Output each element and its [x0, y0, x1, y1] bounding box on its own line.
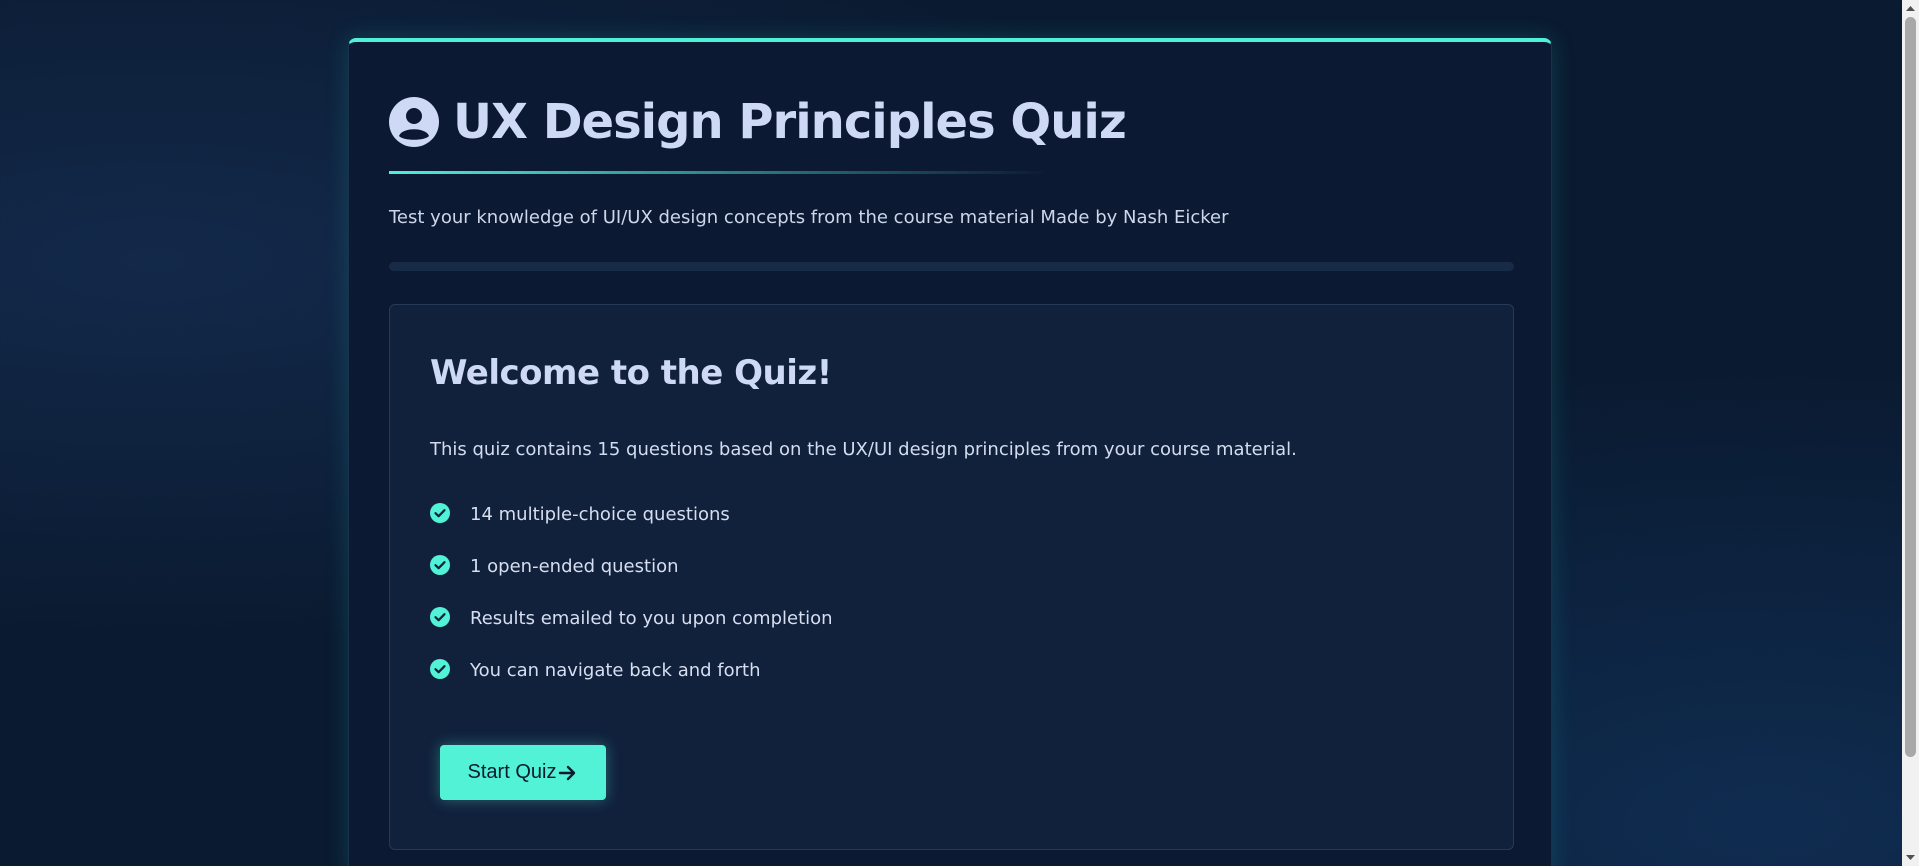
- scrollbar[interactable]: [1902, 0, 1919, 866]
- welcome-card: Welcome to the Quiz! This quiz contains …: [389, 304, 1514, 850]
- check-circle-icon: [430, 503, 450, 523]
- start-quiz-label: Start Quiz: [467, 761, 557, 783]
- quiz-header: UX Design Principles Quiz: [389, 92, 1127, 152]
- scroll-up-icon[interactable]: [1902, 0, 1919, 17]
- list-item: Results emailed to you upon completion: [430, 607, 833, 659]
- start-quiz-button[interactable]: Start Quiz: [440, 745, 606, 800]
- title-underline: [389, 171, 1049, 174]
- check-circle-icon: [430, 607, 450, 627]
- welcome-title: Welcome to the Quiz!: [430, 353, 832, 393]
- user-circle-icon: [389, 97, 439, 147]
- page-title: UX Design Principles Quiz: [453, 94, 1127, 150]
- check-circle-icon: [430, 555, 450, 575]
- check-circle-icon: [430, 659, 450, 679]
- page-subtitle: Test your knowledge of UI/UX design conc…: [389, 207, 1229, 228]
- list-item: 1 open-ended question: [430, 555, 833, 607]
- feature-text: Results emailed to you upon completion: [470, 608, 833, 629]
- feature-text: 14 multiple-choice questions: [470, 504, 730, 525]
- scroll-down-icon[interactable]: [1902, 849, 1919, 866]
- scroll-thumb[interactable]: [1905, 17, 1916, 757]
- welcome-description: This quiz contains 15 questions based on…: [430, 439, 1297, 460]
- list-item: 14 multiple-choice questions: [430, 503, 833, 555]
- arrow-right-icon: [559, 765, 576, 780]
- quiz-container: UX Design Principles Quiz Test your know…: [348, 38, 1552, 866]
- progress-bar: [389, 262, 1514, 271]
- list-item: You can navigate back and forth: [430, 659, 833, 711]
- feature-text: 1 open-ended question: [470, 556, 679, 577]
- feature-list: 14 multiple-choice questions 1 open-ende…: [430, 503, 833, 711]
- feature-text: You can navigate back and forth: [470, 660, 761, 681]
